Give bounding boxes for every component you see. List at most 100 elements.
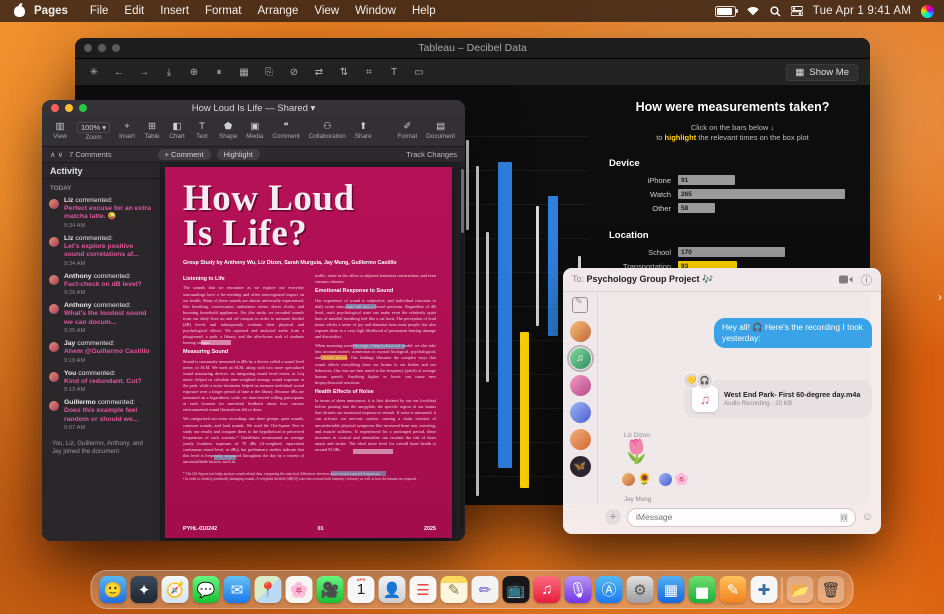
dock-safari[interactable]: 🧭: [162, 576, 189, 603]
conversation-avatar-0[interactable]: [570, 321, 591, 342]
clear-sheet-icon[interactable]: ⊘: [287, 67, 301, 78]
close-button[interactable]: [51, 104, 59, 112]
flower-reply[interactable]: 🌸: [659, 472, 689, 486]
dock-notes[interactable]: ✎: [441, 576, 468, 603]
bar-mark[interactable]: 91: [678, 175, 735, 185]
dock-settings[interactable]: ⚙: [627, 576, 654, 603]
facetime-video-icon[interactable]: [839, 271, 853, 289]
menu-window[interactable]: Window: [347, 5, 404, 17]
bar-mark[interactable]: 170: [678, 247, 785, 257]
menu-arrange[interactable]: Arrange: [249, 5, 306, 17]
pages-toolbar-zoom[interactable]: 100% ▾Zoom: [77, 122, 110, 141]
imessage-input[interactable]: [627, 508, 856, 527]
swap-axes-icon[interactable]: ⇄: [312, 67, 326, 78]
tapback-🎧[interactable]: 🎧: [696, 372, 713, 389]
conversation-avatar-3[interactable]: [570, 402, 591, 423]
pages-toolbar-chart[interactable]: ◧Chart: [169, 122, 185, 140]
app-menu-pages[interactable]: Pages: [34, 5, 68, 17]
menu-insert[interactable]: Insert: [152, 5, 197, 17]
pages-toolbar-table[interactable]: ⊞Table: [144, 122, 160, 140]
dock-launchpad[interactable]: ✦: [131, 576, 158, 603]
pages-toolbar-media[interactable]: ▣Media: [246, 122, 263, 140]
undo-icon[interactable]: ←: [112, 67, 126, 78]
dock-contacts[interactable]: 👤: [379, 576, 406, 603]
bar-row-watch[interactable]: Watch265: [607, 189, 858, 200]
conversation-avatar-4[interactable]: [570, 429, 591, 450]
dock-downloads[interactable]: 📂: [787, 576, 814, 603]
boxplot-bar[interactable]: [466, 140, 469, 230]
pages-title-bar[interactable]: How Loud Is Life — Shared ▾: [42, 100, 465, 116]
pages-traffic-lights[interactable]: [51, 104, 87, 112]
tableau-traffic-lights[interactable]: [84, 44, 120, 52]
menu-help[interactable]: Help: [404, 5, 444, 17]
menu-view[interactable]: View: [306, 5, 347, 17]
add-comment-button[interactable]: + Comment: [158, 149, 211, 160]
dock-finder[interactable]: 🙂: [100, 576, 127, 603]
new-data-source-icon[interactable]: ⊕: [187, 67, 201, 78]
comment-nav-chevrons[interactable]: ∧ ∨: [50, 150, 63, 159]
labels-icon[interactable]: T: [387, 67, 401, 78]
comment-item[interactable]: Anthony commented:What's the loudest sou…: [42, 299, 160, 337]
new-worksheet-icon[interactable]: ▦: [237, 67, 251, 78]
conversation-avatar-5[interactable]: 🦋: [570, 456, 591, 477]
dock-trash[interactable]: 🗑: [818, 576, 845, 603]
conversation-avatar-1[interactable]: ♫: [570, 348, 591, 369]
fit-icon[interactable]: ▭: [412, 67, 426, 78]
add-attachment-button[interactable]: +: [605, 509, 621, 525]
dock-facetime[interactable]: 🎥: [317, 576, 344, 603]
boxplot-bar[interactable]: [536, 206, 539, 326]
dock-messages[interactable]: 💬: [193, 576, 220, 603]
group-icon[interactable]: ⌗: [362, 67, 376, 78]
pages-toolbar-shape[interactable]: ⬟Shape: [219, 122, 237, 140]
menu-edit[interactable]: Edit: [116, 5, 152, 17]
dock-photos[interactable]: 🌸: [286, 576, 313, 603]
bar-row-other[interactable]: Other58: [607, 203, 858, 214]
audio-message-icon[interactable]: |ı|ı|: [840, 512, 847, 522]
pages-toolbar-text[interactable]: TText: [194, 122, 210, 140]
tulip-emoji-message[interactable]: 🌷: [622, 440, 651, 463]
control-center-icon[interactable]: [791, 6, 803, 16]
document-page[interactable]: How Loud Is Life? Group Study by Anthony…: [165, 167, 452, 538]
dock-maps[interactable]: 📍: [255, 576, 282, 603]
dock-tv[interactable]: 📺: [503, 576, 530, 603]
bar-mark[interactable]: 265: [678, 189, 845, 199]
comment-item[interactable]: Liz commented:Perfect excuse for an extr…: [42, 194, 160, 232]
boxplot-bar[interactable]: [520, 332, 529, 488]
dock-reminders[interactable]: ☰: [410, 576, 437, 603]
boxplot-bar[interactable]: [548, 196, 558, 336]
sent-message-bubble[interactable]: Hey all! 🎧 Here's the recording I took y…: [714, 318, 872, 348]
dock-pages[interactable]: ✎: [720, 576, 747, 603]
scrollbar-thumb[interactable]: [461, 169, 464, 233]
conversation-avatar-2[interactable]: [570, 375, 591, 396]
pages-toolbar-document[interactable]: ▤Document: [426, 122, 455, 140]
info-icon[interactable]: ⓘ: [861, 272, 872, 288]
zoom-button[interactable]: [79, 104, 87, 112]
boxplot-bar[interactable]: [486, 232, 489, 382]
search-icon[interactable]: [770, 6, 781, 17]
comment-item[interactable]: Jay commented:Ahem @Guillermo Castillo9:…: [42, 337, 160, 366]
menu-file[interactable]: File: [82, 5, 117, 17]
show-me-button[interactable]: ▦ Show Me: [786, 64, 858, 81]
dock-keynote[interactable]: ▦: [658, 576, 685, 603]
pages-toolbar-collaboration[interactable]: ⚇Collaboration: [309, 122, 346, 140]
bar-row-iphone[interactable]: iPhone91: [607, 175, 858, 186]
apple-menu-icon[interactable]: [14, 6, 25, 17]
bar-row-school[interactable]: School170: [607, 247, 858, 258]
sort-icon[interactable]: ⇅: [337, 67, 351, 78]
scrollbar[interactable]: [460, 167, 464, 530]
pages-toolbar-format[interactable]: ✐Format: [397, 122, 417, 140]
duplicate-icon[interactable]: ⎘: [262, 67, 276, 78]
dock-numbers[interactable]: ▅: [689, 576, 716, 603]
edge-chevron-icon[interactable]: ›: [938, 290, 942, 304]
dock-podcasts[interactable]: 🎙: [565, 576, 592, 603]
dock-appstore[interactable]: Ⓐ: [596, 576, 623, 603]
messages-title-bar[interactable]: To: Psychology Group Project 🎶 ⓘ: [563, 268, 881, 292]
highlight-button[interactable]: Highlight: [217, 149, 260, 160]
comment-item[interactable]: Guillermo commented:Does this example fe…: [42, 396, 160, 434]
redo-icon[interactable]: →: [137, 67, 151, 78]
comment-item[interactable]: You commented:Kind of redundant. Cut?9:1…: [42, 367, 160, 396]
battery-icon[interactable]: [715, 6, 736, 17]
pages-toolbar-view[interactable]: ▥View: [52, 122, 68, 140]
compose-icon[interactable]: [572, 297, 588, 313]
wifi-icon[interactable]: [746, 6, 760, 16]
